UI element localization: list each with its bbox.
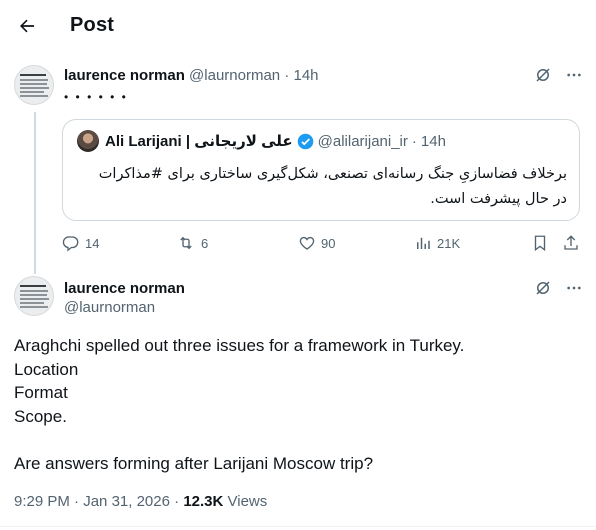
analytics-icon [417,237,430,249]
views-label: Views [227,493,268,510]
heart-icon [299,236,315,250]
thread-connector [34,112,36,274]
more-button[interactable] [566,67,582,83]
page-header: Post [0,0,596,53]
quoted-avatar[interactable] [77,130,99,152]
arrow-left-icon [20,19,35,33]
author-handle[interactable]: @laurnorman [64,299,155,316]
tweet-time[interactable]: 14h [294,67,319,84]
more-icon [567,73,581,77]
back-button[interactable] [12,11,42,41]
grok-icon [536,68,550,82]
author-handle[interactable]: @laurnorman [189,67,280,84]
author-name[interactable]: laurence norman [64,67,185,84]
grok-button[interactable] [534,66,552,84]
reply-button[interactable]: 14 [62,234,99,252]
parent-tweet-header: laurence norman @laurnorman · 14h [64,67,319,84]
bookmark-icon [534,235,546,252]
tweet-time[interactable]: 9:29 PM [14,493,70,510]
quoted-tweet-text: برخلاف فضاسازیِ جنگ رسانه‌ای تصنعی، شکل‌… [98,166,567,207]
share-button[interactable] [562,234,580,252]
more-icon [567,286,581,290]
tweet-line: Scope. [14,406,67,426]
repost-button[interactable]: 6 [176,234,208,252]
like-count: 90 [321,235,336,251]
quoted-author-handle[interactable]: @alilarijani_ir [318,133,408,150]
tweet-line: Are answers forming after Larijani Mosco… [14,453,374,473]
reply-count: 14 [85,235,100,251]
parent-tweet-actions: 14 6 90 21K [62,232,580,256]
quoted-author-name[interactable]: Ali Larijani | علی لاریجانی [105,132,293,150]
tweet-date[interactable]: Jan 31, 2026 [83,493,170,510]
tweet-text: Araghchi spelled out three issues for a … [14,334,464,475]
author-name[interactable]: laurence norman [64,280,185,297]
quoted-tweet[interactable]: Ali Larijani | علی لاریجانی @alilarijani… [62,119,580,221]
more-button[interactable] [566,280,582,296]
quoted-tweet-time[interactable]: 14h [421,133,446,150]
repost-icon [180,236,192,250]
like-button[interactable]: 90 [298,234,335,252]
reply-icon [62,236,79,252]
grok-button[interactable] [534,279,552,297]
tweet-meta: 9:29 PM · Jan 31, 2026 · 12.3K Views [14,493,268,510]
bookmark-button[interactable] [532,234,548,252]
avatar[interactable] [14,276,54,316]
grok-icon [536,281,550,295]
parent-tweet-top-actions [534,66,582,84]
views-count: 21K [437,235,461,251]
divider [0,526,596,527]
views-count: 12.3K [183,493,224,510]
avatar[interactable] [14,65,54,105]
tweet-line: Format [14,383,68,402]
tweet-line: Araghchi spelled out three issues for a … [14,336,465,355]
verified-badge-icon [297,133,314,150]
share-icon [564,235,578,250]
repost-count: 6 [201,235,209,251]
tweet-line: Location [14,359,79,379]
page-title: Post [70,14,115,36]
main-tweet-top-actions [534,279,582,297]
tweet-text: • • • • • • [64,90,128,104]
quoted-tweet-header: Ali Larijani | علی لاریجانی @alilarijani… [105,132,446,151]
views-button[interactable]: 21K [414,234,460,252]
